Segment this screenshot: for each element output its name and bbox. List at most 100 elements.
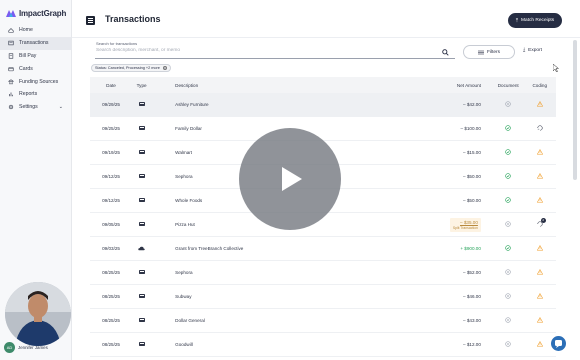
search-icon[interactable] [442, 49, 449, 56]
sidebar-item-transactions[interactable]: Transactions [0, 36, 71, 50]
card-icon [138, 149, 145, 155]
partial-coding-icon[interactable] [537, 125, 543, 131]
status-filter-label: Status: Canceled, Processing +2 more [95, 66, 160, 70]
warning-icon[interactable] [536, 149, 543, 155]
amount-cell: – $46.00 [362, 285, 492, 309]
table-body: 09/29/25 Ashley Furniture – $42.00 09/25/25… [90, 93, 556, 357]
description-cell: Grant from TreeBranch Collective [175, 246, 244, 251]
coding-cell [524, 173, 556, 180]
table-row[interactable]: 09/29/25 Ashley Furniture – $42.00 [90, 93, 556, 117]
description-cell: Subway [175, 294, 192, 299]
date-cell: 09/25/25 [102, 126, 120, 131]
add-document-icon[interactable] [505, 293, 511, 299]
description-cell: Pizza Hut [175, 222, 195, 227]
app-name: ImpactGraph [19, 8, 67, 18]
sidebar-nav: Home Transactions Bill Pay Cards Funding Sou… [0, 24, 71, 114]
check-circle-icon[interactable] [505, 197, 511, 203]
column-header-net-amount[interactable]: Net Amount [362, 83, 492, 88]
chat-icon [555, 340, 562, 348]
coding-cell [524, 125, 556, 132]
column-header-document[interactable]: Document [493, 83, 524, 88]
close-icon[interactable]: × [162, 66, 167, 70]
type-cell [132, 269, 151, 276]
sidebar-item-label: Transactions [19, 40, 49, 47]
type-cell [132, 149, 151, 156]
play-icon[interactable] [282, 167, 302, 191]
warning-icon[interactable] [536, 317, 543, 323]
card-icon [7, 65, 14, 72]
table-row[interactable]: 08/25/25 Subway – $46.00 [90, 285, 556, 309]
type-cell [132, 101, 151, 108]
table-row[interactable]: 08/25/25 Goodwill – $12.00 [90, 333, 556, 357]
column-header-type[interactable]: Type [132, 83, 151, 88]
add-document-icon[interactable] [505, 101, 511, 107]
type-cell [132, 221, 151, 228]
check-circle-icon[interactable] [505, 245, 511, 251]
add-document-icon[interactable] [505, 221, 511, 227]
header: Transactions ⤒ Match Receipts [72, 0, 580, 38]
document-cell [493, 341, 524, 348]
document-cell [493, 197, 524, 204]
mouse-cursor-icon [553, 64, 559, 72]
sidebar-item-bill-pay[interactable]: Bill Pay [0, 50, 71, 63]
amount-cell: + $900.00 [362, 237, 492, 261]
check-circle-icon[interactable] [505, 125, 511, 131]
check-circle-icon[interactable] [505, 149, 511, 155]
export-button[interactable]: ⤓ Export [523, 47, 542, 54]
check-circle-icon[interactable] [505, 173, 511, 179]
column-header-description[interactable]: Description [151, 83, 362, 88]
table-row[interactable]: 09/03/25 Grant from TreeBranch Collective… [90, 237, 556, 261]
type-cell [132, 317, 151, 324]
warning-icon[interactable] [536, 269, 543, 275]
app-logo[interactable]: ImpactGraph [0, 0, 71, 20]
warning-icon[interactable] [536, 245, 543, 251]
warning-icon[interactable] [536, 173, 543, 179]
column-header-date[interactable]: Date [90, 83, 132, 88]
document-cell [493, 221, 524, 228]
sidebar-item-settings[interactable]: Settings ⌄ [0, 101, 71, 114]
warning-icon[interactable] [536, 341, 543, 347]
warning-icon[interactable] [536, 101, 543, 107]
date-cell: 09/12/25 [102, 198, 120, 203]
document-cell [493, 125, 524, 132]
filters-button[interactable]: Filters [463, 45, 515, 59]
type-cell [132, 173, 151, 180]
coding-cell [524, 317, 556, 324]
add-document-icon[interactable] [505, 269, 511, 275]
sidebar-item-label: Settings [19, 104, 38, 111]
presenter-image [5, 282, 71, 346]
add-document-icon[interactable] [505, 341, 511, 347]
status-filter-chip[interactable]: Status: Canceled, Processing +2 more × [91, 64, 171, 72]
table-row[interactable]: 09/25/25 Family Dollar – $100.00 [90, 117, 556, 141]
document-cell [493, 149, 524, 156]
table-row[interactable]: 08/25/25 Sephora – $52.00 [90, 261, 556, 285]
search-field [95, 47, 455, 59]
warning-icon[interactable] [536, 293, 543, 299]
card-icon [138, 341, 145, 347]
add-document-icon[interactable] [505, 317, 511, 323]
presenter-tag: AD Jennifer James [4, 342, 48, 353]
card-icon [138, 101, 145, 107]
search-input[interactable] [95, 48, 415, 53]
date-cell: 08/25/25 [102, 270, 120, 275]
column-header-coding[interactable]: Coding [524, 83, 556, 88]
split-transaction-label: Split Transaction [452, 225, 478, 230]
chat-button[interactable] [551, 336, 566, 351]
sidebar-item-cards[interactable]: Cards [0, 62, 71, 75]
sidebar-item-label: Home [19, 27, 33, 34]
date-cell: 09/12/25 [102, 174, 120, 179]
home-icon [7, 27, 14, 34]
type-cell [132, 341, 151, 348]
scrollbar[interactable] [573, 40, 577, 180]
sidebar-item-home[interactable]: Home [0, 24, 71, 37]
warning-icon[interactable] [536, 197, 543, 203]
sidebar-item-funding-sources[interactable]: Funding Sources [0, 75, 71, 88]
type-cell [132, 293, 151, 300]
coding-count-badge: 2 [540, 218, 546, 223]
split-amount[interactable]: – $35.00 Split Transaction [449, 217, 481, 232]
table-row[interactable]: 08/25/25 Dollar General – $43.00 [90, 309, 556, 333]
sidebar-item-reports[interactable]: Reports [0, 88, 71, 101]
match-receipts-button[interactable]: ⤒ Match Receipts [508, 13, 562, 28]
menu-toggle-button[interactable] [86, 16, 95, 25]
amount: – $52.00 [463, 270, 481, 275]
